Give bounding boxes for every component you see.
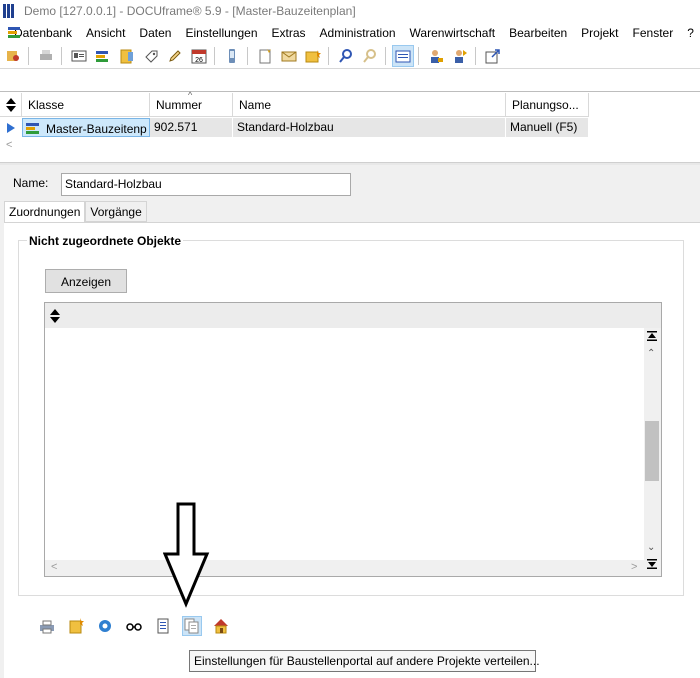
list-icon[interactable] [92,45,114,67]
menu-daten[interactable]: Daten [139,26,178,40]
table-row[interactable]: Master-Bauzeitenp 902.571 Standard-Holzb… [0,118,589,137]
home-icon[interactable] [211,616,231,636]
scroll-right-icon[interactable]: > [631,561,637,573]
window-title: Demo [127.0.0.1] - DOCUframe® 5.9 - [Mas… [24,4,356,18]
new-document-icon[interactable] [254,45,276,67]
contact-card-icon[interactable] [68,45,90,67]
scroll-up-icon[interactable]: ⌃ [647,348,655,359]
menu-datenbank[interactable]: Datenbank [14,26,79,40]
inner-grid-body[interactable] [45,328,645,560]
menu-einstellungen[interactable]: Einstellungen [185,26,264,40]
settings-icon[interactable] [95,616,115,636]
cell-klasse-text: Master-Bauzeitenp [46,121,147,136]
mail-icon[interactable] [278,45,300,67]
inner-sort-toggle-icon[interactable] [49,309,61,326]
search-icon[interactable] [335,45,357,67]
tab-vorgaenge[interactable]: Vorgänge [85,201,147,222]
grid-horizontal-scrollbar[interactable]: < [0,139,700,153]
column-header-nummer[interactable]: Nummer ^ [150,90,233,117]
folder-new-icon[interactable] [66,616,86,636]
column-header-nummer-label: Nummer [156,98,203,112]
inner-horizontal-scrollbar[interactable]: < > [45,560,644,576]
show-button[interactable]: Anzeigen [45,269,127,293]
grid-header: Klasse Nummer ^ Name Planungso... [0,90,589,117]
menu-projekt[interactable]: Projekt [581,26,625,40]
menu-fenster[interactable]: Fenster [633,26,681,40]
sort-ascending-icon: ^ [188,90,193,100]
name-label: Name: [13,176,49,190]
group-title: Nicht zugeordnete Objekte [27,234,184,248]
toolbar-separator [214,46,215,65]
document-icon[interactable] [153,616,173,636]
inner-vertical-scrollbar[interactable]: ⌃ ⌄ [644,328,661,576]
unassigned-objects-group: Nicht zugeordnete Objekte Anzeigen ⌃ ⌄ <… [18,234,684,596]
tab-panel-zuordnungen: Nicht zugeordnete Objekte Anzeigen ⌃ ⌄ <… [4,222,700,678]
scroll-down-icon[interactable]: ⌄ [647,542,655,553]
menu-bar: Datenbank Ansicht Daten Einstellungen Ex… [0,22,700,43]
toolbar-separator [328,46,329,65]
menu-administration[interactable]: Administration [320,26,403,40]
phone-icon[interactable] [221,45,243,67]
calendar-day-label: 26 [195,57,203,64]
toolbar-separator [418,46,419,65]
tab-zuordnungen[interactable]: Zuordnungen [4,201,86,223]
glasses-icon[interactable] [124,616,144,636]
search-disabled-icon[interactable] [359,45,381,67]
inner-grid-header [45,303,661,328]
menu-ansicht[interactable]: Ansicht [86,26,132,40]
user-icon[interactable] [425,45,447,67]
app-logo-icon [3,4,19,18]
row-pointer-icon [0,118,22,137]
tab-strip: Zuordnungen Vorgänge [4,201,147,223]
column-header-name[interactable]: Name [233,93,506,117]
scroll-to-top-icon[interactable] [646,330,658,342]
menu-help[interactable]: ? [687,26,700,40]
calendar-icon[interactable]: 26 [188,45,210,67]
export-icon[interactable] [482,45,504,67]
class-list-icon [26,123,39,134]
toolbar-separator [475,46,476,65]
scroll-to-bottom-icon[interactable] [646,558,658,570]
user-transfer-icon[interactable] [449,45,471,67]
scroll-left-icon[interactable]: < [51,561,57,573]
pencil-icon[interactable] [164,45,186,67]
cell-nummer[interactable]: 902.571 [150,118,233,137]
form-view-icon[interactable] [392,44,414,67]
column-header-klasse[interactable]: Klasse [22,93,150,117]
object-icon[interactable] [2,45,24,67]
scroll-thumb[interactable] [645,421,659,481]
menu-warenwirtschaft[interactable]: Warenwirtschaft [410,26,503,40]
bottom-toolbar [37,615,240,637]
folder-star-icon[interactable] [302,45,324,67]
detail-panel: Name: Standard-Holzbau Zuordnungen Vorgä… [0,165,700,678]
address-bar[interactable] [0,70,700,92]
toolbar-separator [385,46,386,65]
object-grid: Klasse Nummer ^ Name Planungso... Master… [0,90,700,157]
menu-bearbeiten[interactable]: Bearbeiten [509,26,574,40]
printer-icon[interactable] [37,616,57,636]
tag-icon[interactable] [140,45,162,67]
toolbar-separator [28,46,29,65]
column-header-planung[interactable]: Planungso... [506,93,589,117]
cell-name[interactable]: Standard-Holzbau [233,118,506,137]
name-field[interactable]: Standard-Holzbau [61,173,351,196]
toolbar-separator [61,46,62,65]
cell-planung[interactable]: Manuell (F5) [506,118,589,137]
main-toolbar: 26 [0,43,700,69]
annotation-arrow-icon [163,502,210,608]
tooltip: Einstellungen für Baustellenportal auf a… [189,650,540,672]
scroll-left-icon[interactable]: < [6,139,12,151]
sort-toggle-icon[interactable] [0,93,22,117]
unassigned-objects-grid: ⌃ ⌄ < > [44,302,662,577]
copy-documents-icon[interactable] [182,616,202,636]
print-icon[interactable] [35,45,57,67]
folder-icon[interactable] [116,45,138,67]
cell-klasse[interactable]: Master-Bauzeitenp [22,118,150,137]
toolbar-separator [247,46,248,65]
title-bar: Demo [127.0.0.1] - DOCUframe® 5.9 - [Mas… [0,0,700,22]
menu-extras[interactable]: Extras [272,26,313,40]
